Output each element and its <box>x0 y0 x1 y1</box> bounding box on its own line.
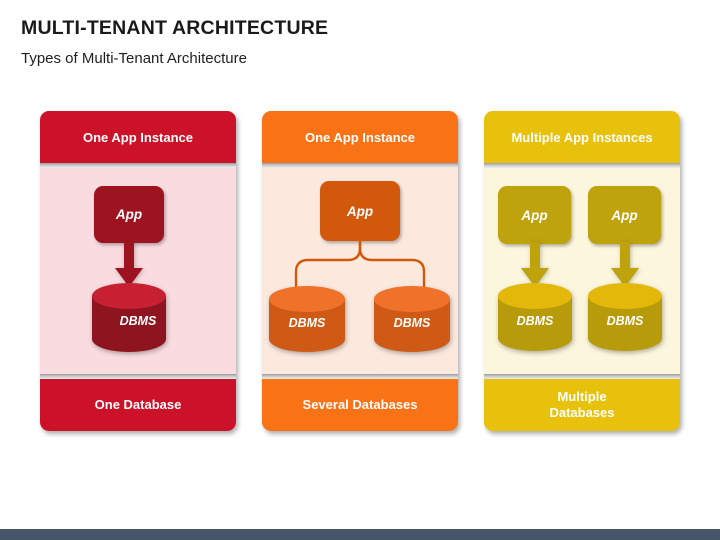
database-cylinder-2-1[interactable] <box>586 283 664 353</box>
panel-divider-bottom-2 <box>484 374 680 379</box>
page-title: MULTI-TENANT ARCHITECTURE <box>21 17 329 39</box>
arrow-down-2-0 <box>521 242 549 287</box>
page-subtitle: Types of Multi-Tenant Architecture <box>21 50 247 67</box>
app-box-label: App <box>521 207 548 223</box>
panel-multiple-app-multiple-db[interactable]: Multiple App Instances App App DBMS DBMS… <box>484 111 680 431</box>
app-box-2-1[interactable]: App <box>588 186 661 244</box>
panel-header-0: One App Instance <box>40 111 236 163</box>
panel-body-1: App DBMS DBMS <box>262 168 458 374</box>
panel-divider-top-2 <box>484 163 680 168</box>
panel-footer-2: Multiple Databases <box>484 379 680 431</box>
panel-divider-top-0 <box>40 163 236 168</box>
panel-footer-1: Several Databases <box>262 379 458 431</box>
app-box-label: App <box>115 207 143 222</box>
panel-body-2: App App DBMS DBMS <box>484 168 680 374</box>
panel-divider-bottom-1 <box>262 374 458 379</box>
panel-one-app-several-db[interactable]: One App Instance App DBMS DBMS Several D… <box>262 111 458 431</box>
database-cylinder-2-0[interactable] <box>496 283 574 353</box>
bottom-accent-bar <box>0 529 720 540</box>
architecture-panels: One App Instance App DBMS One Database O… <box>0 111 720 431</box>
database-cylinder-1-1[interactable] <box>372 286 452 354</box>
panel-single-tenant[interactable]: One App Instance App DBMS One Database <box>40 111 236 431</box>
panel-footer-0: One Database <box>40 379 236 431</box>
database-cylinder-1-0[interactable] <box>267 286 347 354</box>
app-box-label: App <box>346 203 374 219</box>
arrow-down-2-1 <box>611 242 639 287</box>
database-cylinder-0-0[interactable] <box>90 282 168 354</box>
app-box-1-0[interactable]: App <box>320 181 400 241</box>
panel-body-0: App DBMS <box>40 168 236 374</box>
app-box-0-0[interactable]: App <box>94 186 164 243</box>
app-box-2-0[interactable]: App <box>498 186 571 244</box>
app-box-label: App <box>611 207 638 223</box>
panel-header-1: One App Instance <box>262 111 458 163</box>
panel-divider-bottom-0 <box>40 374 236 379</box>
panel-divider-top-1 <box>262 163 458 168</box>
panel-header-2: Multiple App Instances <box>484 111 680 163</box>
